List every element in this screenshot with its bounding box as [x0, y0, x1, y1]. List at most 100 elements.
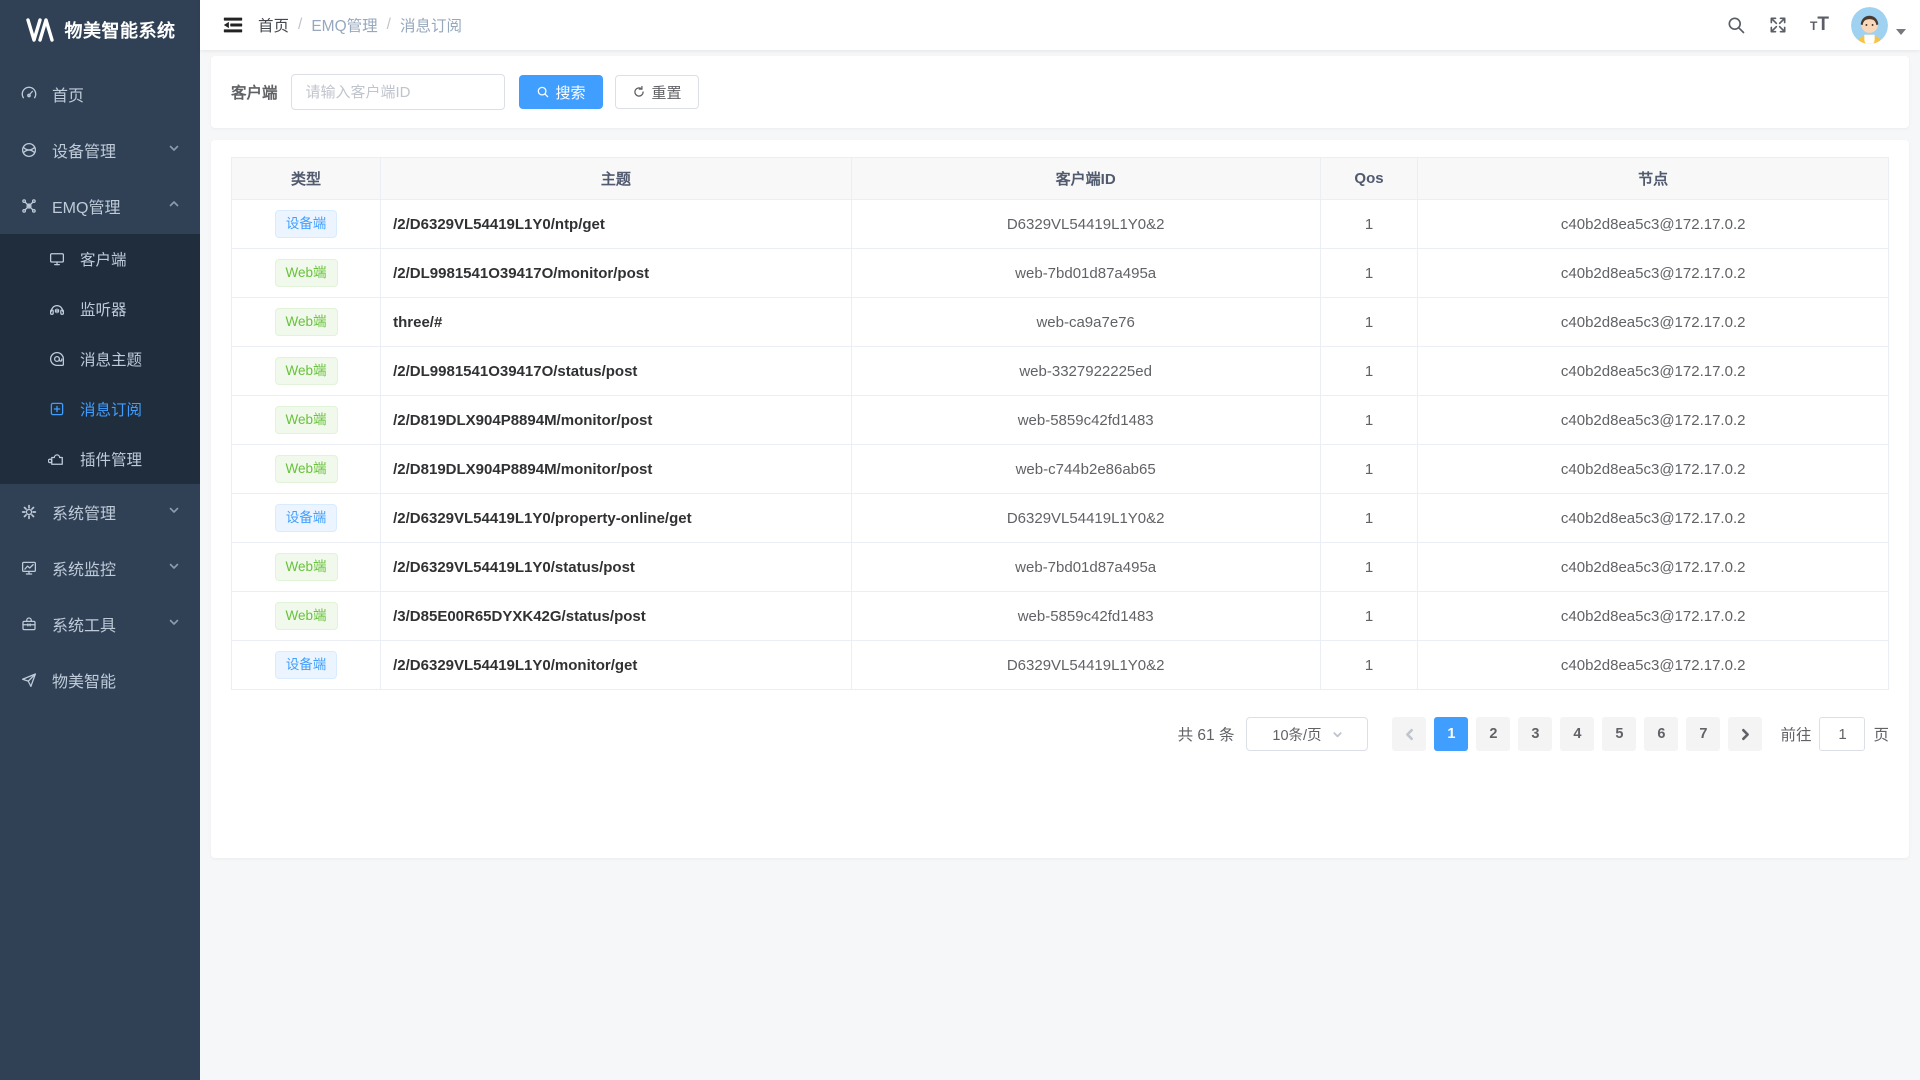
devices-icon: [20, 141, 38, 159]
client-id-input[interactable]: [291, 74, 505, 110]
web-tag: Web端: [275, 602, 338, 630]
sidebar-item-label: 消息订阅: [80, 398, 142, 420]
prev-page-button[interactable]: [1392, 717, 1426, 751]
page-button-6[interactable]: 6: [1644, 717, 1678, 751]
plugin-icon: [48, 450, 66, 468]
device-tag: 设备端: [275, 504, 338, 532]
sidebar-item-plugin-mgmt[interactable]: 插件管理: [0, 434, 200, 484]
sidebar-item-msg-topic[interactable]: 消息主题: [0, 334, 200, 384]
toolbox-icon: [20, 615, 38, 633]
node-cell: c40b2d8ea5c3@172.17.0.2: [1418, 592, 1889, 641]
breadcrumb-separator: /: [387, 16, 391, 34]
web-tag: Web端: [275, 259, 338, 287]
sidebar-item-system-mgmt[interactable]: 系统管理: [0, 484, 200, 540]
navbar: 首页 / EMQ管理 / 消息订阅 TT: [200, 0, 1920, 50]
client-id-cell: web-ca9a7e76: [851, 298, 1320, 347]
sidebar-item-label: 插件管理: [80, 448, 142, 470]
type-cell: Web端: [232, 347, 381, 396]
search-form: 客户端 搜索 重置: [211, 56, 1909, 128]
sidebar-item-wumei-smart[interactable]: 物美智能: [0, 652, 200, 708]
breadcrumb: 首页 / EMQ管理 / 消息订阅: [258, 14, 462, 36]
col-header-qos: Qos: [1320, 158, 1418, 200]
sidebar-item-device-mgmt[interactable]: 设备管理: [0, 122, 200, 178]
client-id-cell: D6329VL54419L1Y0&2: [851, 494, 1320, 543]
page-button-5[interactable]: 5: [1602, 717, 1636, 751]
sidebar-item-system-monitor[interactable]: 系统监控: [0, 540, 200, 596]
page-button-4[interactable]: 4: [1560, 717, 1594, 751]
jump-page-input[interactable]: [1819, 717, 1865, 751]
sidebar-item-client[interactable]: 客户端: [0, 234, 200, 284]
sidebar-item-label: 系统监控: [52, 556, 116, 580]
node-cell: c40b2d8ea5c3@172.17.0.2: [1418, 298, 1889, 347]
font-size-icon[interactable]: TT: [1810, 14, 1829, 36]
col-header-topic: 主题: [381, 158, 852, 200]
user-menu[interactable]: [1851, 7, 1906, 44]
client-id-cell: web-5859c42fd1483: [851, 592, 1320, 641]
sidebar-item-label: 首页: [52, 82, 84, 106]
table-row: Web端/3/D85E00R65DYXK42G/status/postweb-5…: [232, 592, 1889, 641]
client-field-label: 客户端: [231, 81, 278, 103]
reset-button[interactable]: 重置: [615, 75, 699, 109]
breadcrumb-item-home[interactable]: 首页: [258, 14, 289, 36]
drone-icon: [20, 197, 38, 215]
table-row: 设备端/2/D6329VL54419L1Y0/monitor/getD6329V…: [232, 641, 1889, 690]
app-root: 物美智能系统 首页 设备管理: [0, 0, 1920, 1080]
topic: /2/D6329VL54419L1Y0/ntp/get: [381, 200, 852, 249]
device-tag: 设备端: [275, 651, 338, 679]
page-jumper: 前往 页: [1780, 717, 1889, 751]
page-size-select[interactable]: 10条/页: [1246, 717, 1368, 751]
table-row: 设备端/2/D6329VL54419L1Y0/ntp/getD6329VL544…: [232, 200, 1889, 249]
sidebar-item-label: 消息主题: [80, 348, 142, 370]
page-button-3[interactable]: 3: [1518, 717, 1552, 751]
page-button-2[interactable]: 2: [1476, 717, 1510, 751]
listener-icon: [48, 300, 66, 318]
page-button-7[interactable]: 7: [1686, 717, 1720, 751]
topic: /2/DL9981541O39417O/status/post: [381, 347, 852, 396]
topic: /2/D6329VL54419L1Y0/monitor/get: [381, 641, 852, 690]
breadcrumb-item-current: 消息订阅: [400, 14, 462, 36]
search-button[interactable]: 搜索: [519, 75, 603, 109]
emq-submenu: 客户端 监听器 消息主题: [0, 234, 200, 484]
sidebar-item-msg-subscribe[interactable]: 消息订阅: [0, 384, 200, 434]
col-header-client-id: 客户端ID: [851, 158, 1320, 200]
table-row: Web端/2/D819DLX904P8894M/monitor/postweb-…: [232, 396, 1889, 445]
sidebar: 物美智能系统 首页 设备管理: [0, 0, 200, 1080]
navbar-right-tools: TT: [1726, 7, 1906, 44]
monitor-chart-icon: [20, 559, 38, 577]
dashboard-icon: [20, 85, 38, 103]
chevron-up-icon: [168, 197, 180, 215]
node-cell: c40b2d8ea5c3@172.17.0.2: [1418, 200, 1889, 249]
qos-cell: 1: [1320, 249, 1418, 298]
subscription-table-card: 类型 主题 客户端ID Qos 节点 设备端/2/D6329VL54419L1Y…: [211, 140, 1909, 858]
send-icon: [20, 671, 38, 689]
app-logo[interactable]: 物美智能系统: [0, 0, 200, 60]
sidebar-collapse-icon[interactable]: [222, 14, 244, 36]
client-id-cell: web-c744b2e86ab65: [851, 445, 1320, 494]
app-title: 物美智能系统: [65, 17, 176, 43]
chevron-down-icon: [168, 559, 180, 577]
sidebar-item-emq-mgmt[interactable]: EMQ管理: [0, 178, 200, 234]
client-id-cell: web-7bd01d87a495a: [851, 543, 1320, 592]
header-search-icon[interactable]: [1726, 15, 1746, 35]
type-cell: 设备端: [232, 641, 381, 690]
qos-cell: 1: [1320, 298, 1418, 347]
table-header-row: 类型 主题 客户端ID Qos 节点: [232, 158, 1889, 200]
breadcrumb-separator: /: [298, 16, 302, 34]
page-button-1[interactable]: 1: [1434, 717, 1468, 751]
avatar[interactable]: [1851, 7, 1888, 44]
pagination: 共 61 条 10条/页 1234567 前往 页: [231, 717, 1889, 751]
refresh-icon: [632, 85, 646, 99]
qos-cell: 1: [1320, 543, 1418, 592]
fullscreen-icon[interactable]: [1768, 15, 1788, 35]
client-id-cell: D6329VL54419L1Y0&2: [851, 641, 1320, 690]
sidebar-item-home[interactable]: 首页: [0, 66, 200, 122]
sidebar-item-listener[interactable]: 监听器: [0, 284, 200, 334]
breadcrumb-item-emq[interactable]: EMQ管理: [311, 14, 377, 36]
sidebar-item-system-tools[interactable]: 系统工具: [0, 596, 200, 652]
next-page-button[interactable]: [1728, 717, 1762, 751]
main-area: 首页 / EMQ管理 / 消息订阅 TT: [200, 0, 1920, 1080]
table-row: Web端/2/D6329VL54419L1Y0/status/postweb-7…: [232, 543, 1889, 592]
client-icon: [48, 250, 66, 268]
web-tag: Web端: [275, 308, 338, 336]
jump-prefix-label: 前往: [1780, 723, 1811, 745]
